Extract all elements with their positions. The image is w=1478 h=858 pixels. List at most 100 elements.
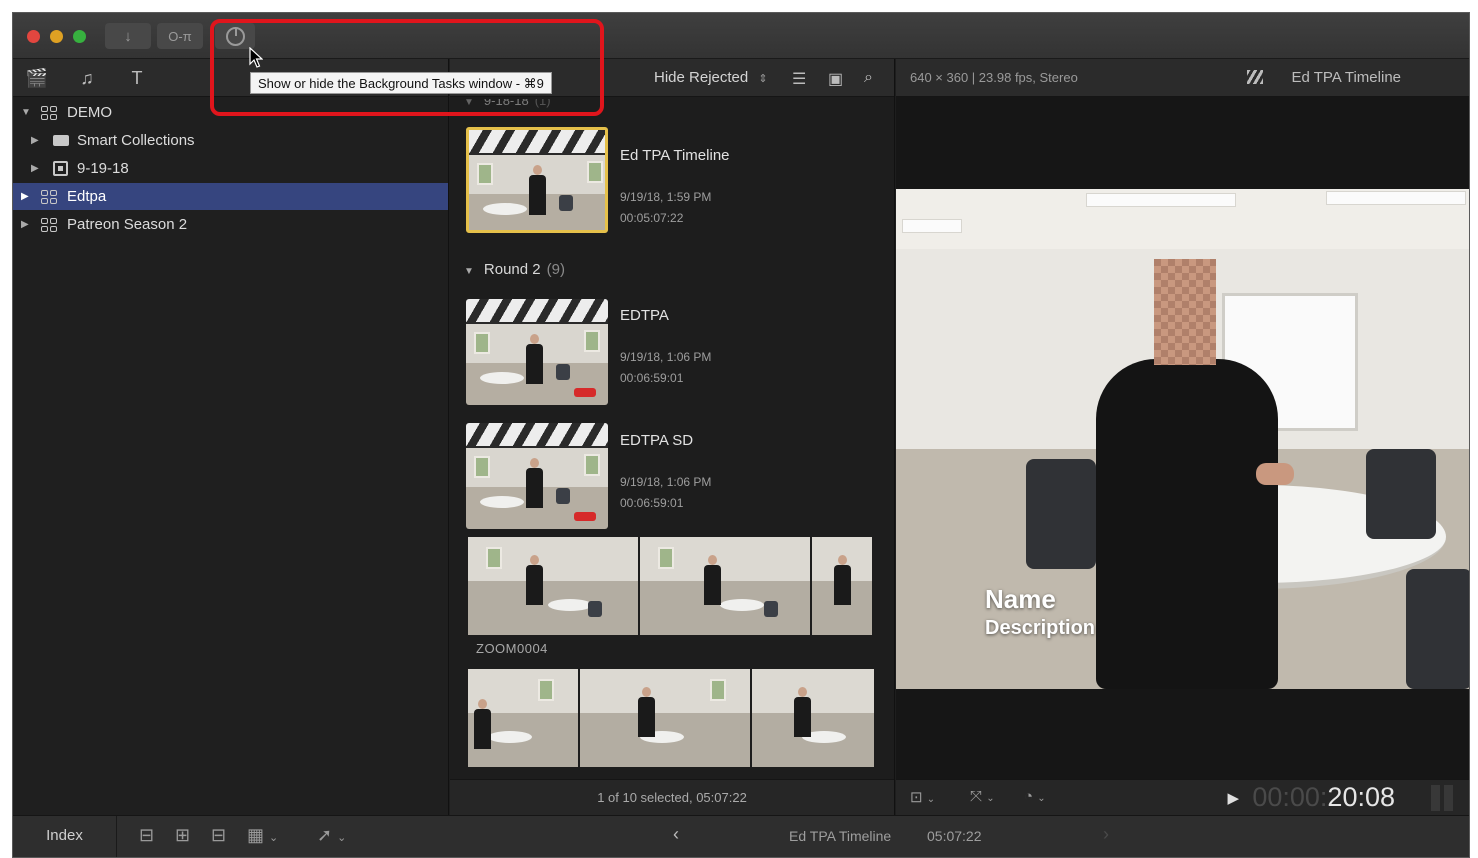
clip-browser: Hide Rejected ⇕ ☰ ▣ ⌕ ▼ 9-18-18 (1) Ed TPA… (450, 59, 895, 815)
timecode-dim-part: 00:00: (1252, 782, 1328, 812)
table-image (720, 599, 764, 611)
person-image (832, 555, 852, 605)
speaker-body-image (1096, 359, 1278, 689)
clip-filter-popup[interactable]: Hide Rejected ⇕ (654, 59, 768, 98)
clip-duration: 00:06:59:01 (620, 371, 684, 385)
connect-clip-icon[interactable]: ⊟ (139, 825, 154, 846)
timeline-back-chevron-icon[interactable]: ‹ (673, 824, 679, 845)
chair-image (1026, 459, 1096, 569)
window-image (584, 330, 600, 352)
chair-image (1366, 449, 1436, 539)
chair-image (764, 601, 778, 617)
sidebar-item-label: 9-19-18 (77, 160, 129, 177)
clip-scene-image (469, 155, 605, 230)
clip-filmstrip-zoom0004[interactable] (468, 537, 874, 635)
window-image (584, 454, 600, 476)
annotation-highlight-box (210, 19, 604, 116)
sidebar-item-label: Edtpa (67, 188, 107, 205)
clip-duration: 00:06:59:01 (620, 496, 684, 510)
viewer-toolbar: 640 × 360 | 23.98 fps, Stereo Ed TPA Tim… (896, 59, 1469, 97)
transform-tools-popup[interactable]: ⤧ ⌄ (970, 788, 995, 805)
chair-image (556, 364, 570, 380)
viewer-video-frame[interactable]: Name Description (896, 189, 1469, 689)
timeline-clapper-icon (1247, 70, 1263, 84)
chevron-down-icon: ⌄ (986, 793, 995, 804)
play-icon[interactable]: ▶ (1227, 789, 1239, 807)
close-window-button[interactable] (27, 30, 40, 43)
table-image (488, 731, 532, 743)
retime-popup[interactable]: ◔ ⌄ (1024, 788, 1046, 805)
filmstrip-frame (468, 669, 580, 767)
minimize-window-button[interactable] (50, 30, 63, 43)
search-icon[interactable]: ⌕ (864, 69, 873, 87)
clip-thumbnail-ed-tpa-timeline[interactable] (466, 127, 608, 233)
event-icon (53, 161, 68, 176)
clip-thumbnail-edtpa[interactable] (466, 299, 608, 405)
sidebar-item-smart-collections[interactable]: ▶ Smart Collections (13, 127, 448, 154)
expanded-triangle-icon[interactable]: ▼ (21, 99, 31, 126)
person-image (527, 165, 547, 215)
select-tool-icon[interactable]: ➚ ⌄ (317, 825, 346, 846)
clip-thumbnail-edtpa-sd[interactable] (466, 423, 608, 529)
clip-appearance-icon[interactable]: ☰ (792, 69, 806, 89)
sidebar-item-event-9-19-18[interactable]: ▶ 9-19-18 (13, 155, 448, 182)
filmstrip-frame (640, 537, 812, 635)
filmstrip-view-icon[interactable]: ▣ (828, 69, 843, 89)
append-clip-icon[interactable]: ⊟ (211, 825, 226, 846)
fcp-window: ↓ O-π Show or hide the Background Tasks … (12, 12, 1470, 858)
insert-clip-icon[interactable]: ⊞ (175, 825, 190, 846)
timeline-duration: 05:07:22 (927, 828, 982, 844)
clip-meta: 9/19/18, 1:06 PM 00:06:59:01 (620, 347, 711, 389)
timeline-index-button[interactable]: Index (13, 816, 117, 857)
zoom-window-button[interactable] (73, 30, 86, 43)
window-image (538, 679, 554, 701)
overwrite-clip-icon[interactable]: ▦ ⌄ (247, 825, 278, 846)
window-image (477, 163, 493, 185)
libraries-sidebar: 🎬 ♫ T ▼ DEMO ▶ Smart Collections ▶ 9-19-… (13, 59, 449, 815)
collapsed-triangle-icon[interactable]: ▶ (21, 211, 29, 238)
sidebar-item-edtpa[interactable]: ▶ Edtpa (13, 183, 448, 210)
keywords-button[interactable]: O-π (157, 23, 203, 49)
import-media-button[interactable]: ↓ (105, 23, 151, 49)
pixelated-face-image (1154, 259, 1216, 365)
popup-chevron-icon: ⇕ (758, 73, 768, 85)
download-arrow-icon: ↓ (124, 27, 132, 45)
sidebar-item-patreon-season-2[interactable]: ▶ Patreon Season 2 (13, 211, 448, 238)
rejected-badge (574, 388, 596, 397)
clip-date: 9/19/18, 1:06 PM (620, 350, 712, 364)
sidebar-item-label: DEMO (67, 104, 112, 121)
libraries-clapper-icon[interactable]: 🎬 (25, 67, 49, 89)
clip-filmstrip-2[interactable] (468, 669, 876, 767)
key-icon: O-π (168, 28, 192, 44)
group-header-round-2[interactable]: ▼ Round 2 (9) (464, 261, 565, 278)
clip-date: 9/19/18, 1:59 PM (620, 190, 712, 204)
clip-meta: 9/19/18, 1:06 PM 00:06:59:01 (620, 472, 711, 514)
chair-image (1406, 569, 1469, 689)
audio-meter-icon[interactable] (1431, 785, 1453, 811)
titles-generators-icon[interactable]: T (125, 67, 149, 89)
filmstrip-frame (468, 537, 640, 635)
ceiling-light-image (1086, 193, 1236, 207)
person-image (702, 555, 722, 605)
viewer-format-info: 640 × 360 | 23.98 fps, Stereo (910, 70, 1078, 85)
timeline-toolbar: Index ⊟ ⊞ ⊟ ▦ ⌄ ➚ ⌄ ‹ Ed TPA Timeline 05… (13, 815, 1469, 857)
chevron-down-icon: ⌄ (337, 832, 347, 844)
collapsed-triangle-icon[interactable]: ▶ (21, 183, 29, 210)
view-options-icon: ⊡ (910, 789, 923, 806)
timeline-forward-chevron-icon[interactable]: › (1103, 824, 1109, 845)
filmstrip-frame (812, 537, 874, 635)
clip-name: EDTPA SD (620, 432, 694, 449)
viewer-title: Ed TPA Timeline (1291, 69, 1402, 86)
photos-audio-icon[interactable]: ♫ (75, 67, 99, 89)
collapsed-triangle-icon[interactable]: ▶ (31, 155, 39, 182)
clip-name: EDTPA (620, 307, 669, 324)
ceiling-light-image (1326, 191, 1466, 205)
person-image (636, 687, 656, 737)
collapsed-triangle-icon[interactable]: ▶ (31, 127, 39, 154)
library-grid-icon (41, 190, 57, 204)
view-options-popup[interactable]: ⊡ ⌄ (910, 788, 935, 806)
clip-filter-label: Hide Rejected (654, 69, 749, 86)
clip-meta: 9/19/18, 1:59 PM 00:05:07:22 (620, 187, 711, 229)
viewer-controls: ⊡ ⌄ ⤧ ⌄ ◔ ⌄ ▶ 00:00:20:08 (896, 779, 1469, 815)
sidebar-item-label: Patreon Season 2 (67, 216, 188, 233)
